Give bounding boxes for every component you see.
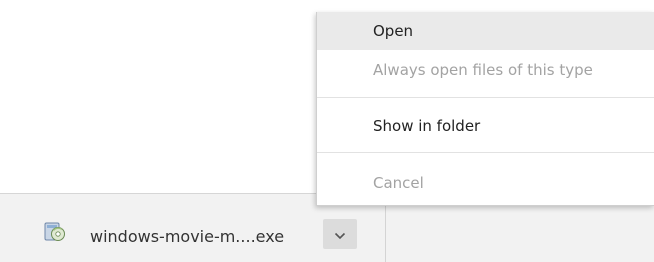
download-file-name: windows-movie-m....exe	[90, 227, 285, 246]
menu-item-cancel[interactable]: Cancel	[317, 163, 654, 203]
menu-item-always-open-files[interactable]: Always open files of this type	[317, 50, 654, 90]
menu-separator	[317, 152, 654, 153]
menu-separator	[317, 97, 654, 98]
chevron-down-icon	[334, 225, 346, 244]
menu-item-open[interactable]: Open	[317, 12, 654, 50]
installer-disc-icon	[43, 219, 67, 243]
menu-item-show-in-folder[interactable]: Show in folder	[317, 106, 654, 146]
download-context-menu: Open Always open files of this type Show…	[316, 12, 654, 206]
download-options-button[interactable]	[323, 219, 357, 249]
